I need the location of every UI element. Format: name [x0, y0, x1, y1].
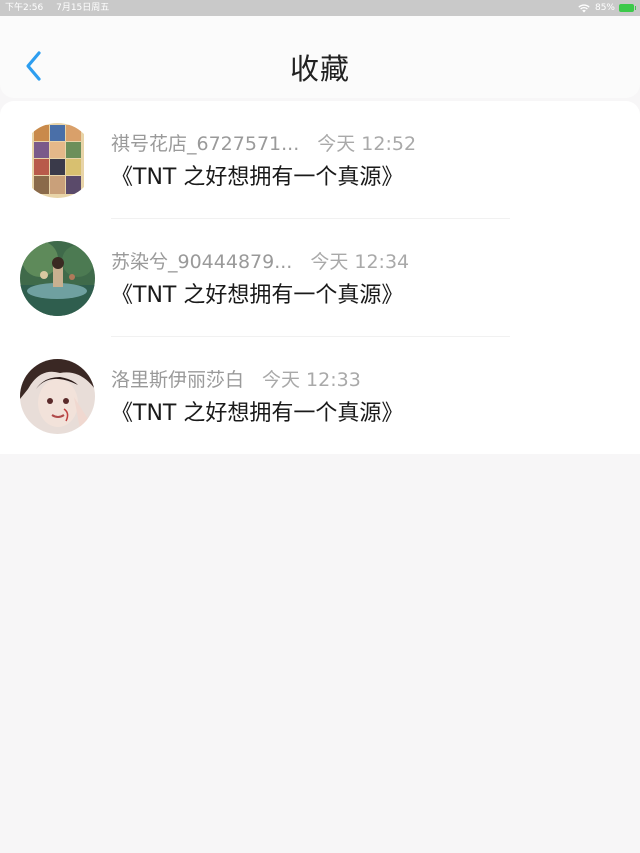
avatar[interactable]: [20, 123, 95, 198]
username: 洛里斯伊丽莎白: [111, 369, 245, 391]
item-meta: 洛里斯伊丽莎白 今天 12:33: [111, 365, 361, 392]
nav-bar: 收藏: [0, 16, 640, 98]
avatar[interactable]: [20, 241, 95, 316]
avatar-image: [20, 241, 95, 316]
favorites-list: 祺号花店_6727571... 今天 12:52 《TNT 之好想拥有一个真源》 …: [0, 101, 640, 454]
story-title: 《TNT 之好想拥有一个真源》: [111, 283, 404, 308]
avatar-image: [20, 123, 95, 198]
avatar[interactable]: [20, 359, 95, 434]
battery-icon: [619, 4, 636, 12]
story-title: 《TNT 之好想拥有一个真源》: [111, 165, 404, 190]
item-meta: 苏染兮_90444879... 今天 12:34: [111, 247, 409, 274]
username: 祺号花店_6727571...: [111, 133, 300, 155]
timestamp: 今天 12:34: [310, 251, 410, 273]
status-bar: 下午2:56 7月15日周五 85%: [0, 0, 640, 16]
timestamp: 今天 12:52: [317, 133, 417, 155]
wifi-icon: [578, 3, 590, 12]
status-date: 7月15日周五: [56, 3, 110, 13]
avatar-image: [20, 359, 95, 434]
username: 苏染兮_90444879...: [111, 251, 293, 273]
battery-percent: 85%: [594, 3, 615, 13]
list-item[interactable]: 祺号花店_6727571... 今天 12:52 《TNT 之好想拥有一个真源》: [0, 101, 640, 219]
item-meta: 祺号花店_6727571... 今天 12:52: [111, 129, 416, 156]
list-item[interactable]: 洛里斯伊丽莎白 今天 12:33 《TNT 之好想拥有一个真源》: [0, 337, 640, 455]
timestamp: 今天 12:33: [262, 369, 361, 391]
list-item[interactable]: 苏染兮_90444879... 今天 12:34 《TNT 之好想拥有一个真源》: [0, 219, 640, 337]
status-left: 下午2:56 7月15日周五: [5, 0, 119, 16]
status-time: 下午2:56: [5, 3, 44, 13]
status-right: 85%: [578, 0, 636, 16]
page-title: 收藏: [289, 52, 350, 86]
story-title: 《TNT 之好想拥有一个真源》: [111, 401, 404, 426]
